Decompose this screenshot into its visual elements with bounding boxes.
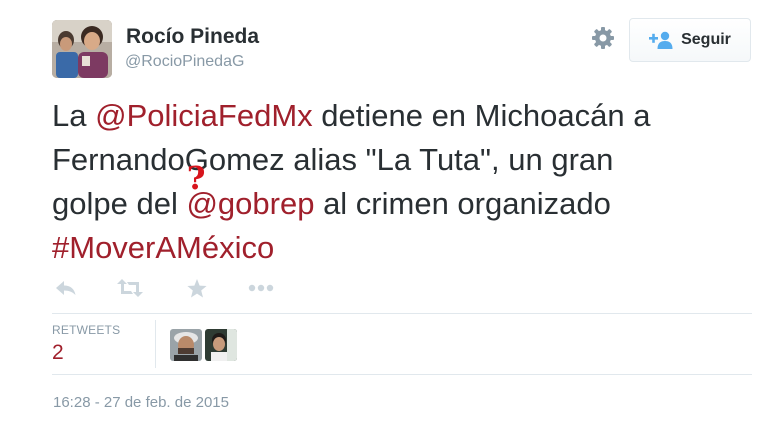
retweet-icon[interactable] [116, 276, 144, 300]
retweets-count[interactable]: 2 [52, 341, 64, 365]
tweet-text-line-1: La @PoliciaFedMx detiene en Michoacán a [52, 98, 651, 133]
tweet-text-line-2: Fernando? Gomez alias "La Tuta", un gran [52, 142, 614, 197]
tweet-stats: RETWEETS 2 [52, 313, 752, 375]
star-icon[interactable] [183, 276, 211, 300]
mention-policiafedmx[interactable]: @PoliciaFedMx [95, 98, 313, 133]
more-dots-icon[interactable] [247, 276, 275, 300]
author-display-name[interactable]: Rocío Pineda [126, 25, 259, 49]
gear-icon[interactable] [590, 25, 616, 51]
follow-button-label: Seguir [681, 31, 731, 48]
profile-photo [52, 20, 112, 78]
reply-icon[interactable] [52, 276, 80, 300]
tweet-text: La @PoliciaFedMx detiene en Michoacán a … [52, 94, 767, 270]
add-user-icon [649, 31, 673, 49]
tweet-card: Rocío Pineda @RocioPinedaG Seguir La @Po… [0, 0, 774, 438]
tweet-text-line-4: #MoverAMéxico [52, 226, 767, 270]
tweet-timestamp[interactable]: 16:28 - 27 de feb. de 2015 [53, 394, 229, 411]
hashtag-moveramexico[interactable]: #MoverAMéxico [52, 230, 274, 265]
stats-divider [155, 320, 156, 368]
retweets-label[interactable]: RETWEETS [52, 323, 120, 337]
retweeter-avatar-1[interactable] [170, 329, 202, 361]
mention-gobrep[interactable]: @gobrep [186, 186, 314, 221]
retweeter-avatar-2[interactable] [205, 329, 237, 361]
author-avatar[interactable] [52, 20, 112, 78]
tweet-text-line-3: golpe del @gobrep al crimen organizado [52, 186, 611, 221]
follow-button[interactable]: Seguir [629, 18, 751, 62]
author-screen-name[interactable]: @RocioPinedaG [125, 53, 244, 71]
